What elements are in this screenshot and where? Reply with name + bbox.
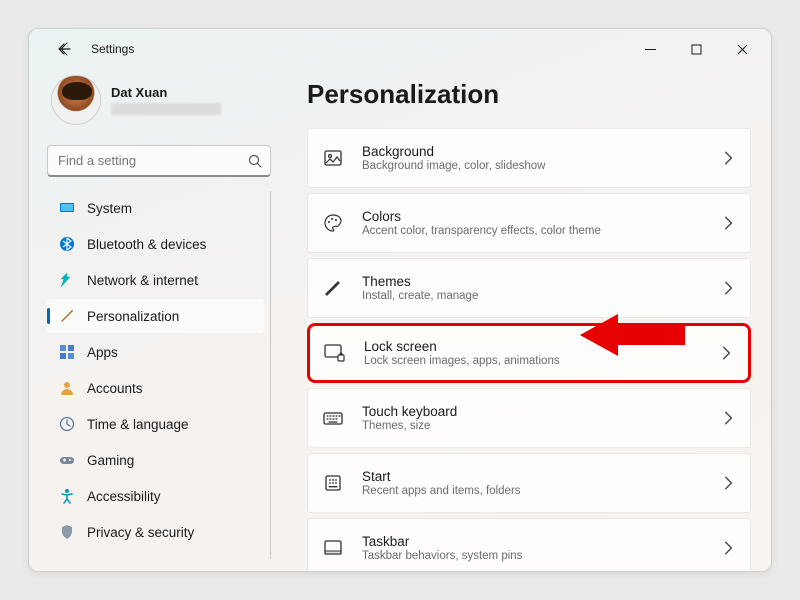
card-start[interactable]: Start Recent apps and items, folders — [307, 453, 751, 513]
sidebar-item-accessibility[interactable]: Accessibility — [47, 479, 264, 513]
card-subtitle: Themes, size — [362, 420, 720, 432]
card-subtitle: Accent color, transparency effects, colo… — [362, 225, 720, 237]
nav: System Bluetooth & devices Network & int… — [47, 191, 271, 559]
chevron-right-icon — [720, 410, 736, 426]
page-title: Personalization — [307, 79, 751, 110]
sidebar-item-apps[interactable]: Apps — [47, 335, 264, 369]
sidebar-item-label: Apps — [87, 345, 118, 360]
sidebar-item-label: Accounts — [87, 381, 143, 396]
chevron-right-icon — [720, 475, 736, 491]
card-lock-screen[interactable]: Lock screen Lock screen images, apps, an… — [307, 323, 751, 383]
sidebar-item-time-language[interactable]: Time & language — [47, 407, 264, 441]
card-colors[interactable]: Colors Accent color, transparency effect… — [307, 193, 751, 253]
card-subtitle: Lock screen images, apps, animations — [364, 355, 718, 367]
sidebar-item-label: Accessibility — [87, 489, 161, 504]
arrow-left-icon — [57, 41, 73, 57]
app-title: Settings — [91, 42, 134, 56]
sidebar-item-label: Privacy & security — [87, 525, 194, 540]
privacy-icon — [59, 524, 75, 540]
accessibility-icon — [59, 488, 75, 504]
brush-icon — [322, 277, 344, 299]
card-taskbar[interactable]: Taskbar Taskbar behaviors, system pins — [307, 518, 751, 571]
sidebar-item-label: Personalization — [87, 309, 179, 324]
card-touch-keyboard[interactable]: Touch keyboard Themes, size — [307, 388, 751, 448]
sidebar-item-network[interactable]: Network & internet — [47, 263, 264, 297]
card-title: Start — [362, 469, 720, 484]
main-content: Personalization Background Background im… — [281, 69, 771, 571]
settings-cards: Background Background image, color, slid… — [307, 128, 751, 571]
sidebar-item-bluetooth[interactable]: Bluetooth & devices — [47, 227, 264, 261]
titlebar: Settings — [29, 29, 771, 69]
card-title: Colors — [362, 209, 720, 224]
settings-window: Settings Dat Xuan — [28, 28, 772, 572]
maximize-button[interactable] — [673, 33, 719, 65]
sidebar-item-privacy[interactable]: Privacy & security — [47, 515, 264, 549]
back-button[interactable] — [53, 37, 77, 61]
card-subtitle: Taskbar behaviors, system pins — [362, 550, 720, 562]
close-button[interactable] — [719, 33, 765, 65]
account-email-redacted — [111, 103, 221, 115]
sidebar-item-gaming[interactable]: Gaming — [47, 443, 264, 477]
image-icon — [322, 147, 344, 169]
sidebar-item-accounts[interactable]: Accounts — [47, 371, 264, 405]
taskbar-icon — [322, 537, 344, 559]
personalization-icon — [59, 308, 75, 324]
search-wrap — [47, 145, 271, 177]
close-icon — [737, 44, 748, 55]
start-icon — [322, 472, 344, 494]
card-title: Background — [362, 144, 720, 159]
card-subtitle: Background image, color, slideshow — [362, 160, 720, 172]
card-title: Taskbar — [362, 534, 720, 549]
sidebar: Dat Xuan System Bluetooth & devices — [29, 69, 281, 571]
system-icon — [59, 200, 75, 216]
minimize-button[interactable] — [627, 33, 673, 65]
keyboard-icon — [322, 407, 344, 429]
sidebar-item-label: System — [87, 201, 132, 216]
accounts-icon — [59, 380, 75, 396]
account-name: Dat Xuan — [111, 85, 221, 100]
lockscreen-icon — [324, 342, 346, 364]
card-background[interactable]: Background Background image, color, slid… — [307, 128, 751, 188]
maximize-icon — [691, 44, 702, 55]
chevron-right-icon — [718, 345, 734, 361]
card-title: Themes — [362, 274, 720, 289]
network-icon — [59, 272, 75, 288]
gaming-icon — [59, 452, 75, 468]
sidebar-item-personalization[interactable]: Personalization — [47, 299, 264, 333]
chevron-right-icon — [720, 540, 736, 556]
card-subtitle: Install, create, manage — [362, 290, 720, 302]
bluetooth-icon — [59, 236, 75, 252]
sidebar-item-label: Time & language — [87, 417, 189, 432]
apps-icon — [59, 344, 75, 360]
time-language-icon — [59, 416, 75, 432]
chevron-right-icon — [720, 280, 736, 296]
card-title: Lock screen — [364, 339, 718, 354]
sidebar-item-label: Gaming — [87, 453, 134, 468]
card-themes[interactable]: Themes Install, create, manage — [307, 258, 751, 318]
account-info[interactable]: Dat Xuan — [47, 69, 271, 139]
search-icon — [247, 153, 263, 169]
sidebar-item-label: Network & internet — [87, 273, 198, 288]
palette-icon — [322, 212, 344, 234]
chevron-right-icon — [720, 215, 736, 231]
card-subtitle: Recent apps and items, folders — [362, 485, 720, 497]
search-input[interactable] — [47, 145, 271, 177]
minimize-icon — [645, 44, 656, 55]
chevron-right-icon — [720, 150, 736, 166]
avatar — [51, 75, 101, 125]
sidebar-item-label: Bluetooth & devices — [87, 237, 206, 252]
card-title: Touch keyboard — [362, 404, 720, 419]
sidebar-item-system[interactable]: System — [47, 191, 264, 225]
